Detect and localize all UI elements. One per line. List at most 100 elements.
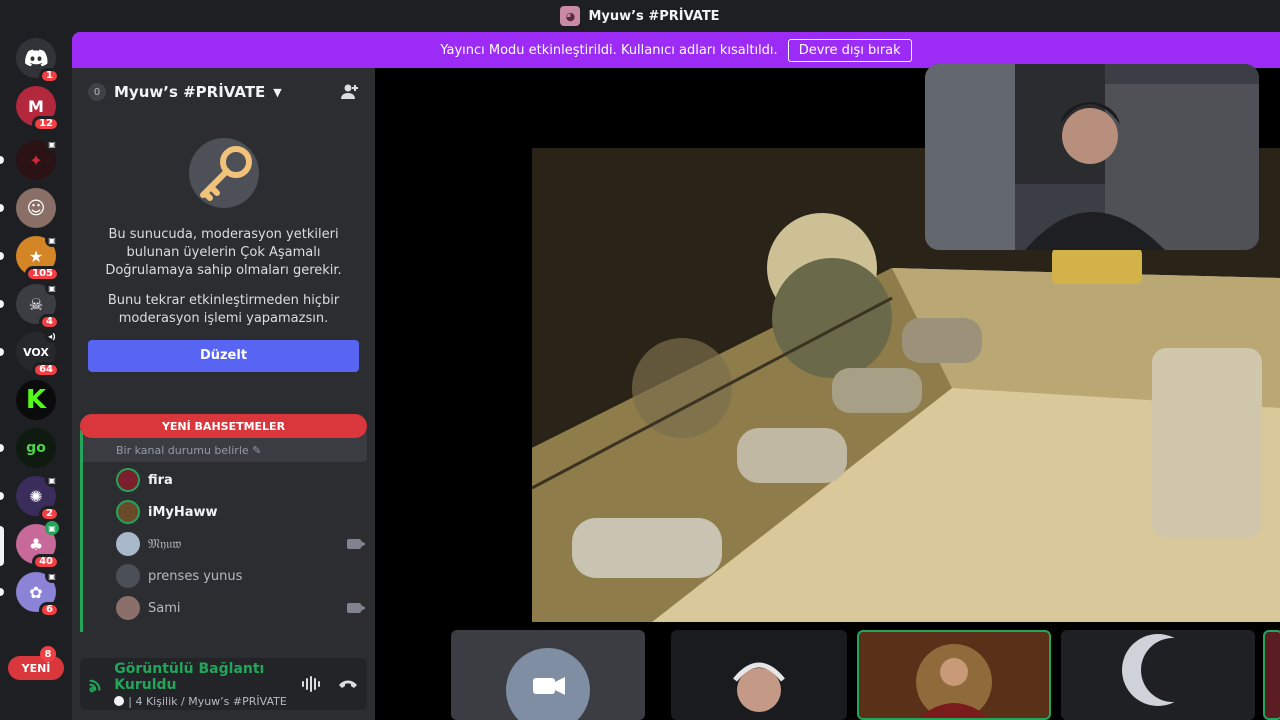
connection-info: Görüntülü Bağlantı Kuruldu | 4 Kişilik /… (114, 661, 291, 708)
unread-pill (0, 492, 4, 500)
video-stage (375, 64, 1280, 720)
screen-share-icon: ▣ (45, 281, 59, 295)
voice-user[interactable]: prenses yunus (116, 562, 361, 590)
unread-pill (0, 252, 4, 260)
new-unreads-pill[interactable]: YENİ (8, 656, 64, 680)
voice-user[interactable]: 𝔐𝔶𝔲𝔴 (116, 530, 366, 558)
unread-badge: 40 (32, 554, 60, 570)
mfa-requirement-text: Bu sunucuda, moderasyon yetkileri buluna… (105, 227, 342, 278)
streamer-mode-banner: Yayıncı Modu etkinleştirildi. Kullanıcı … (72, 32, 1280, 68)
unread-pill (0, 588, 4, 596)
participant-tile-speaking[interactable] (857, 630, 1051, 720)
discord-app: ◕ Myuw’s #PRİVATE 1 M 12 ✦ ▣ ☺ ★ ▣ 105 ☠ ▣ 4 V… (0, 0, 1280, 720)
server-red-m[interactable]: M 12 (16, 86, 60, 132)
banner-text: Yayıncı Modu etkinleştirildi. Kullanıcı … (440, 42, 778, 58)
invite-people-icon[interactable] (339, 82, 359, 102)
unread-pill (0, 300, 4, 308)
unread-badge: 6 (39, 602, 60, 618)
unread-badge: 8 (40, 646, 56, 662)
camera-icon (347, 539, 366, 549)
connected-indicator (80, 430, 83, 632)
streamer-webcam[interactable] (925, 64, 1259, 250)
avatar (116, 468, 140, 492)
participant-video (506, 648, 590, 720)
channel-status-text: Bir kanal durumu belirle (116, 444, 249, 457)
server-dragon[interactable]: ✦ ▣ (16, 137, 59, 180)
webcam-video-frame (925, 64, 1259, 250)
window-titlebar: ◕ Myuw’s #PRİVATE (0, 0, 1280, 32)
noise-suppression-icon[interactable] (301, 676, 323, 692)
pencil-icon: ✎ (252, 444, 262, 457)
server-kick[interactable]: K (16, 380, 56, 420)
avatar (116, 596, 140, 620)
screen-share-icon: ▣ (45, 137, 59, 151)
server-girl[interactable]: ☺ (16, 188, 56, 228)
voice-user[interactable]: iMyHaww (116, 498, 361, 526)
selected-pill (0, 526, 4, 566)
server-rail: 1 M 12 ✦ ▣ ☺ ★ ▣ 105 ☠ ▣ 4 VOX ◂) 64 K go ✺ ▣ 2 ♣ ▣… (0, 32, 72, 720)
connection-title: Görüntülü Bağlantı Kuruldu (114, 660, 265, 693)
camera-icon (347, 603, 366, 613)
voice-user-name: 𝔐𝔶𝔲𝔴 (148, 536, 182, 552)
voice-user-name: prenses yunus (148, 568, 243, 584)
connection-subtitle: | 4 Kişilik / Myuw’s #PRİVATE (114, 695, 291, 708)
status-dot (114, 696, 125, 706)
disconnect-icon[interactable] (337, 677, 359, 691)
voice-user-name: fira (148, 472, 173, 488)
screen-share-icon: ▣ (45, 569, 59, 583)
new-mentions-bar[interactable]: YENİ BAHSETMELER (80, 414, 367, 438)
mfa-notice: Bu sunucuda, moderasyon yetkileri buluna… (88, 138, 359, 372)
participant-tile[interactable] (451, 630, 645, 720)
server-mask[interactable]: ☠ ▣ 4 (16, 281, 60, 330)
unread-badge: 2 (39, 506, 60, 522)
avatar (116, 532, 140, 556)
server-vox[interactable]: VOX ◂) 64 (16, 329, 60, 378)
boost-level-badge: 0 (88, 83, 106, 101)
server-anime[interactable]: ✿ ▣ 6 (16, 569, 60, 618)
channel-status[interactable]: Bir kanal durumu belirle ✎ (116, 444, 261, 457)
participant-tile[interactable] (671, 630, 847, 720)
guild-name: Myuw’s #PRİVATE (114, 83, 266, 101)
server-go[interactable]: go (16, 428, 56, 468)
connection-actions (301, 676, 359, 692)
unread-pill (0, 204, 4, 212)
signal-icon[interactable] (88, 674, 104, 694)
disable-streamer-mode-button[interactable]: Devre dışı bırak (787, 38, 912, 62)
video-icon: ▣ (45, 521, 59, 535)
avatar (116, 500, 140, 524)
voice-user[interactable]: Sami (116, 594, 366, 622)
participant-tile[interactable] (1061, 630, 1255, 720)
unread-badge: 1 (39, 68, 60, 84)
channel-sidebar: 0 Myuw’s #PRİVATE ▼ Bu sunucuda, moderas… (72, 68, 375, 720)
unread-badge: 4 (39, 314, 60, 330)
mfa-warning-text: Bunu tekrar etkinleştirmeden hiçbir mode… (107, 293, 340, 326)
unread-badge: 105 (25, 266, 60, 282)
voice-user-name: Sami (148, 600, 181, 616)
unread-pill (0, 348, 4, 356)
server-pink-creature[interactable]: ♣ ▣ 40 (16, 521, 60, 570)
voice-user-name: iMyHaww (148, 504, 218, 520)
window-title: Myuw’s #PRİVATE (588, 8, 720, 24)
key-icon (188, 138, 259, 208)
participant-tile[interactable] (1263, 630, 1280, 720)
unread-pill (0, 444, 4, 452)
participant-video (733, 662, 785, 712)
chevron-down-icon: ▼ (273, 85, 282, 99)
server-purple-fighter[interactable]: ✺ ▣ 2 (16, 473, 60, 522)
avatar (116, 564, 140, 588)
participant-video (1122, 634, 1205, 706)
fix-mfa-button[interactable]: Düzelt (88, 340, 359, 372)
screen-share-icon: ▣ (45, 233, 59, 247)
server-yellow[interactable]: ★ ▣ 105 (16, 233, 60, 282)
connection-channel: | 4 Kişilik / Myuw’s #PRİVATE (128, 694, 287, 708)
speaker-icon: ◂) (45, 329, 59, 343)
discord-home-icon[interactable]: 1 (16, 38, 60, 84)
voice-connection-panel: Görüntülü Bağlantı Kuruldu | 4 Kişilik /… (80, 658, 367, 710)
screen-share-icon: ▣ (45, 473, 59, 487)
unread-badge: 64 (32, 362, 60, 378)
server-avatar-icon: ◕ (560, 6, 581, 26)
participant-video (916, 644, 992, 718)
guild-header[interactable]: 0 Myuw’s #PRİVATE ▼ (72, 68, 375, 116)
voice-user[interactable]: fira (116, 466, 361, 494)
unread-pill (0, 156, 4, 164)
